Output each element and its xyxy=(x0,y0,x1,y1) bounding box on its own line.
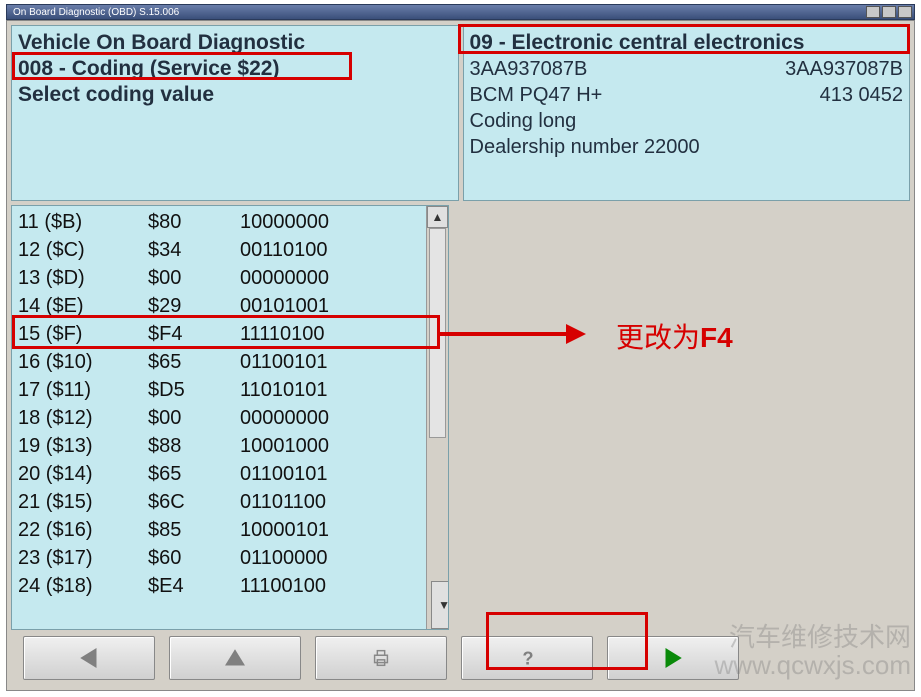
bcm-label: BCM PQ47 H+ xyxy=(470,82,820,108)
help-button[interactable]: ? xyxy=(461,636,593,680)
triangle-up-icon xyxy=(220,643,250,673)
list-item[interactable]: 12 ($C)$3400110100 xyxy=(18,236,426,264)
scroll-thumb[interactable] xyxy=(429,228,446,438)
main-window: Vehicle On Board Diagnostic 008 - Coding… xyxy=(6,20,915,691)
list-item[interactable]: 14 ($E)$2900101001 xyxy=(18,292,426,320)
titlebar: On Board Diagnostic (OBD) S.15.006 xyxy=(6,4,915,20)
row-index: 17 ($11) xyxy=(18,379,148,402)
row-binary: 00000000 xyxy=(240,407,426,430)
row-index: 19 ($13) xyxy=(18,435,148,458)
row-value: $6C xyxy=(148,491,240,514)
row-value: $00 xyxy=(148,407,240,430)
svg-text:?: ? xyxy=(522,647,533,668)
forward-button[interactable] xyxy=(607,636,739,680)
back-button[interactable] xyxy=(23,636,155,680)
close-button[interactable] xyxy=(898,6,912,18)
row-binary: 01101100 xyxy=(240,491,426,514)
list-item[interactable]: 15 ($F)$F411110100 xyxy=(18,320,426,348)
coding-list-inner[interactable]: 11 ($B)$801000000012 ($C)$340011010013 (… xyxy=(12,206,426,629)
list-item[interactable]: 13 ($D)$0000000000 xyxy=(18,264,426,292)
row-binary: 10001000 xyxy=(240,435,426,458)
row-value: $D5 xyxy=(148,379,240,402)
header-left-panel: Vehicle On Board Diagnostic 008 - Coding… xyxy=(11,25,459,201)
print-button[interactable] xyxy=(315,636,447,680)
row-binary: 11110100 xyxy=(240,323,426,346)
row-index: 11 ($B) xyxy=(18,211,148,234)
scrollbar: ▲ ▼ xyxy=(426,206,448,629)
printer-icon xyxy=(370,647,392,669)
bottom-toolbar: ? xyxy=(11,636,910,684)
content-area: 11 ($B)$801000000012 ($C)$340011010013 (… xyxy=(11,205,910,630)
module-name-label: 09 - Electronic central electronics xyxy=(470,30,904,56)
list-item[interactable]: 19 ($13)$8810001000 xyxy=(18,432,426,460)
row-value: $E4 xyxy=(148,575,240,598)
row-index: 21 ($15) xyxy=(18,491,148,514)
row-index: 18 ($12) xyxy=(18,407,148,430)
row-binary: 01100101 xyxy=(240,463,426,486)
list-item[interactable]: 20 ($14)$6501100101 xyxy=(18,460,426,488)
row-binary: 01100000 xyxy=(240,547,426,570)
row-index: 22 ($16) xyxy=(18,519,148,542)
row-binary: 00101001 xyxy=(240,295,426,318)
list-item[interactable]: 18 ($12)$0000000000 xyxy=(18,404,426,432)
row-binary: 01100101 xyxy=(240,351,426,374)
row-index: 24 ($18) xyxy=(18,575,148,598)
row-value: $65 xyxy=(148,463,240,486)
row-value: $29 xyxy=(148,295,240,318)
maximize-button[interactable] xyxy=(882,6,896,18)
row-index: 23 ($17) xyxy=(18,547,148,570)
row-binary: 10000101 xyxy=(240,519,426,542)
row-index: 12 ($C) xyxy=(18,239,148,262)
vehicle-obd-heading: Vehicle On Board Diagnostic xyxy=(18,30,452,56)
window-title: On Board Diagnostic (OBD) S.15.006 xyxy=(13,7,179,18)
triangle-left-icon xyxy=(74,643,104,673)
list-item[interactable]: 24 ($18)$E411100100 xyxy=(18,572,426,600)
select-coding-label: Select coding value xyxy=(18,82,452,108)
coding-long-label: Coding long xyxy=(470,108,904,134)
row-index: 14 ($E) xyxy=(18,295,148,318)
minimize-button[interactable] xyxy=(866,6,880,18)
part-number-left: 3AA937087B xyxy=(470,56,786,82)
coding-list: 11 ($B)$801000000012 ($C)$340011010013 (… xyxy=(11,205,449,630)
row-value: $60 xyxy=(148,547,240,570)
row-value: $88 xyxy=(148,435,240,458)
part-number-right: 3AA937087B xyxy=(785,56,903,82)
list-item[interactable]: 16 ($10)$6501100101 xyxy=(18,348,426,376)
row-binary: 11100100 xyxy=(240,575,426,598)
list-item[interactable]: 23 ($17)$6001100000 xyxy=(18,544,426,572)
coding-service-label: 008 - Coding (Service $22) xyxy=(18,56,452,82)
dealer-number-label: Dealership number 22000 xyxy=(470,134,904,160)
list-item[interactable]: 21 ($15)$6C01101100 xyxy=(18,488,426,516)
window-controls xyxy=(866,6,914,18)
row-binary: 11010101 xyxy=(240,379,426,402)
question-icon: ? xyxy=(516,647,538,669)
row-binary: 10000000 xyxy=(240,211,426,234)
row-index: 20 ($14) xyxy=(18,463,148,486)
row-value: $85 xyxy=(148,519,240,542)
list-item[interactable]: 11 ($B)$8010000000 xyxy=(18,208,426,236)
row-index: 16 ($10) xyxy=(18,351,148,374)
header-area: Vehicle On Board Diagnostic 008 - Coding… xyxy=(11,25,910,201)
list-item[interactable]: 17 ($11)$D511010101 xyxy=(18,376,426,404)
row-value: $00 xyxy=(148,267,240,290)
right-blank-panel xyxy=(453,205,910,630)
bcm-version: 413 0452 xyxy=(820,82,903,108)
header-right-panel: 09 - Electronic central electronics 3AA9… xyxy=(463,25,911,201)
row-value: $34 xyxy=(148,239,240,262)
row-binary: 00000000 xyxy=(240,267,426,290)
row-value: $F4 xyxy=(148,323,240,346)
scroll-down-button[interactable]: ▼ xyxy=(431,581,449,629)
triangle-right-icon xyxy=(658,643,688,673)
scroll-up-button[interactable]: ▲ xyxy=(427,206,448,228)
list-item[interactable]: 22 ($16)$8510000101 xyxy=(18,516,426,544)
row-binary: 00110100 xyxy=(240,239,426,262)
row-index: 13 ($D) xyxy=(18,267,148,290)
row-index: 15 ($F) xyxy=(18,323,148,346)
row-value: $80 xyxy=(148,211,240,234)
row-value: $65 xyxy=(148,351,240,374)
up-button[interactable] xyxy=(169,636,301,680)
